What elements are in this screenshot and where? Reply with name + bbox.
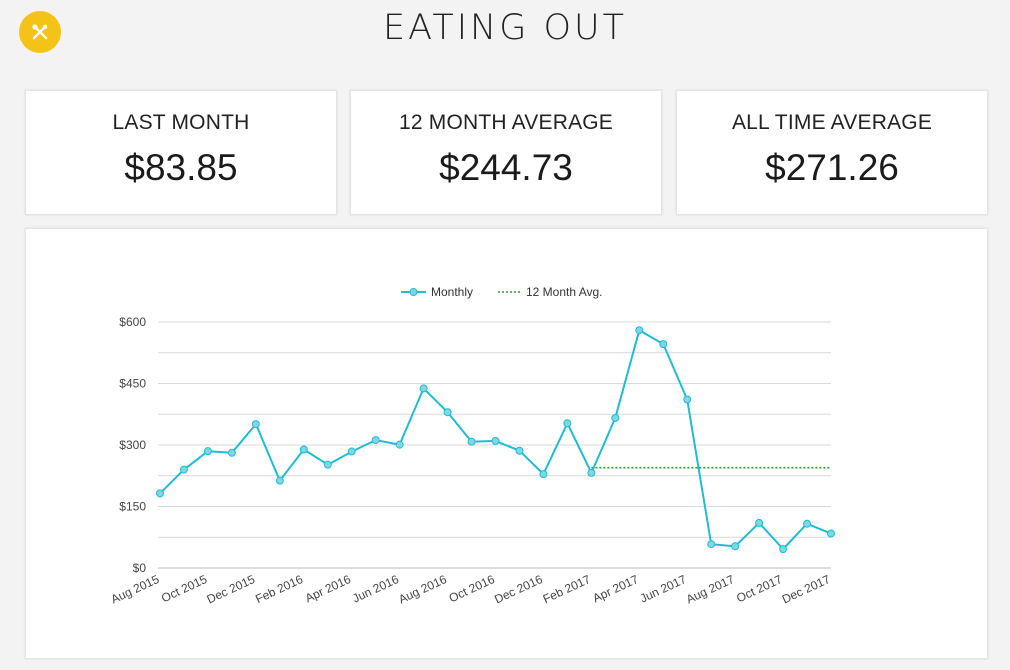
x-tick-label: Dec 2016 [492, 572, 545, 607]
data-point [179, 465, 188, 474]
data-point [659, 340, 668, 349]
data-point [323, 460, 332, 469]
y-tick-label: $150 [119, 500, 146, 514]
data-point [563, 419, 572, 428]
y-tick-label: $450 [119, 377, 146, 391]
y-tick-label: $300 [119, 438, 146, 452]
data-point [635, 326, 644, 335]
data-point [299, 445, 308, 454]
monthly-spending-chart: $0$150$300$450$600Aug 2015Oct 2015Dec 20… [109, 285, 835, 607]
data-point [467, 437, 476, 446]
x-tick-label: Apr 2016 [303, 572, 353, 605]
data-point [683, 395, 692, 404]
data-point [156, 489, 164, 498]
stat-value: $271.26 [765, 147, 899, 188]
x-tick-label: Dec 2017 [780, 572, 833, 607]
y-tick-label: $600 [119, 315, 146, 329]
data-point [203, 447, 212, 456]
x-tick-label: Aug 2017 [684, 572, 737, 607]
data-point [539, 470, 548, 479]
legend-label-average: 12 Month Avg. [526, 285, 603, 299]
x-tick-label: Aug 2015 [109, 572, 162, 607]
data-point [275, 476, 284, 485]
stat-label: ALL TIME AVERAGE [731, 111, 933, 134]
x-tick-label: Oct 2016 [447, 572, 497, 605]
data-point [491, 436, 500, 445]
legend-label-monthly: Monthly [431, 285, 473, 299]
y-tick-label: $0 [133, 561, 147, 575]
data-point [731, 542, 740, 551]
data-point [443, 408, 452, 417]
stat-label: LAST MONTH [112, 111, 250, 134]
page-title: EATING OUT [382, 8, 628, 48]
data-point [779, 545, 788, 554]
x-tick-label: Feb 2016 [253, 572, 305, 606]
stat-value: $83.85 [124, 147, 238, 188]
x-tick-label: Dec 2015 [205, 572, 258, 607]
x-tick-label: Aug 2016 [396, 572, 449, 607]
data-point [707, 540, 716, 549]
x-tick-label: Oct 2015 [159, 572, 209, 605]
last-month-card: LAST MONTH $83.85 [25, 90, 337, 215]
data-point [803, 519, 812, 528]
data-point [371, 436, 380, 445]
data-point [827, 529, 835, 538]
stat-label: 12 MONTH AVERAGE [398, 111, 614, 134]
x-tick-label: Apr 2017 [590, 572, 640, 605]
data-point [227, 448, 236, 457]
x-tick-label: Oct 2017 [734, 572, 784, 605]
data-point [251, 420, 260, 429]
twelve-month-average-card: 12 MONTH AVERAGE $244.73 [350, 90, 662, 215]
data-point [347, 447, 356, 456]
x-tick-label: Feb 2017 [541, 572, 593, 606]
legend-marker-monthly-dot [409, 288, 418, 296]
data-point [755, 518, 764, 527]
data-point [611, 413, 620, 422]
x-tick-label: Jun 2016 [350, 572, 401, 606]
chart-card: $0 $150 $300 $450 $600 Aug 2015 Oct 2015 Dec 20… [25, 228, 988, 659]
data-point [515, 446, 524, 455]
data-point [395, 440, 404, 449]
all-time-average-card: ALL TIME AVERAGE $271.26 [676, 90, 988, 215]
data-point [587, 468, 596, 477]
x-tick-label: Jun 2017 [638, 572, 689, 606]
stat-value: $244.73 [439, 147, 573, 188]
data-point [419, 384, 428, 393]
